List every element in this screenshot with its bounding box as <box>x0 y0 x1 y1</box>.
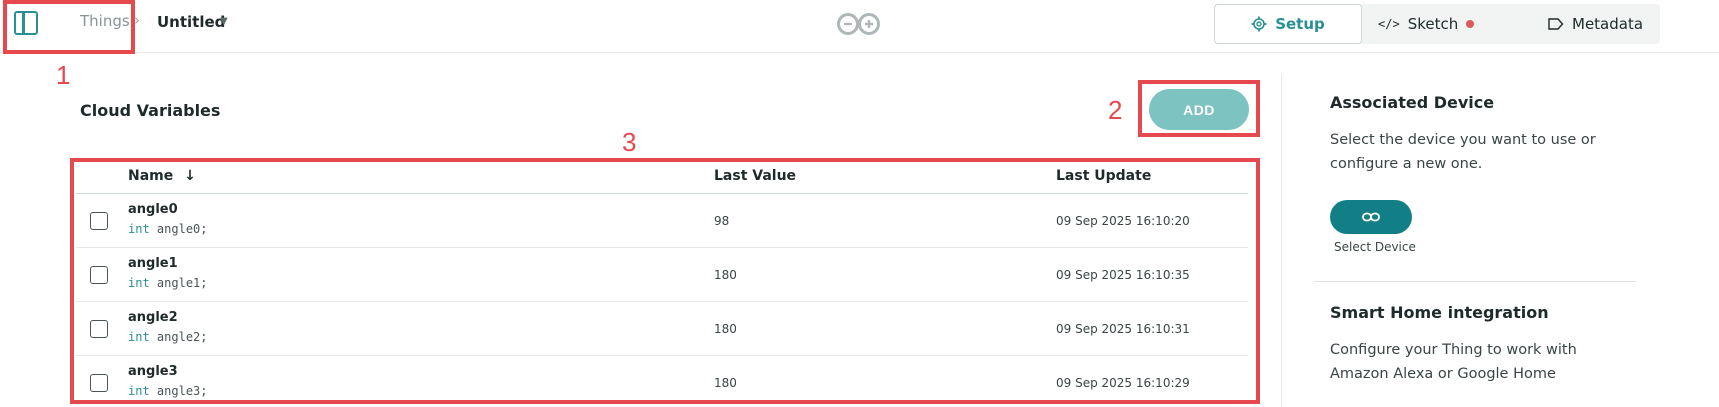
smart-home-text: Configure your Thing to work with Amazon… <box>1330 342 1577 382</box>
annotation-label-3: 3 <box>622 127 637 157</box>
column-name-label: Name <box>128 168 174 184</box>
column-header-name[interactable]: Name ↓ <box>128 168 196 184</box>
annotation-label-1: 1 <box>56 60 71 90</box>
sort-arrow-down-icon: ↓ <box>184 168 196 184</box>
variable-name: angle2 <box>128 310 178 325</box>
last-update: 09 Sep 2025 16:10:35 <box>1056 268 1190 282</box>
code-icon: </> <box>1378 17 1400 31</box>
associated-device-text: Select the device you want to use or con… <box>1330 132 1596 172</box>
row-checkbox[interactable] <box>90 374 108 392</box>
table-row[interactable]: angle1 int angle1; 180 09 Sep 2025 16:10… <box>76 248 1248 302</box>
tab-sketch-label: Sketch <box>1407 15 1459 33</box>
row-checkbox[interactable] <box>90 320 108 338</box>
row-checkbox[interactable] <box>90 212 108 230</box>
select-device-button[interactable] <box>1330 200 1412 234</box>
last-value: 180 <box>714 322 737 336</box>
last-update: 09 Sep 2025 16:10:20 <box>1056 214 1190 228</box>
select-device-label: Select Device <box>1334 240 1416 254</box>
table-row[interactable]: angle2 int angle2; 180 09 Sep 2025 16:10… <box>76 302 1248 356</box>
add-variable-button[interactable]: ADD <box>1149 89 1249 130</box>
variable-type: int <box>128 330 150 344</box>
last-update: 09 Sep 2025 16:10:31 <box>1056 322 1190 336</box>
last-update: 09 Sep 2025 16:10:29 <box>1056 376 1190 390</box>
row-checkbox[interactable] <box>90 266 108 284</box>
annotation-label-2: 2 <box>1108 95 1123 125</box>
arduino-logo-icon <box>837 13 880 35</box>
variable-declaration: int angle1; <box>128 276 208 290</box>
variables-table: Name ↓ Last Value Last Update angle0 int… <box>76 164 1248 407</box>
last-value: 180 <box>714 376 737 390</box>
variable-declaration: int angle3; <box>128 384 208 398</box>
variable-type: int <box>128 276 150 290</box>
caret-down-icon[interactable]: ▼ <box>220 16 228 27</box>
variable-type: int <box>128 384 150 398</box>
variable-name: angle0 <box>128 202 178 217</box>
tab-sketch[interactable]: </> Sketch <box>1364 4 1488 44</box>
gear-icon <box>1251 16 1267 32</box>
tab-setup-label: Setup <box>1275 15 1325 33</box>
variable-decl-name: angle3; <box>156 384 208 398</box>
associated-device-title: Associated Device <box>1330 93 1495 112</box>
variable-decl-name: angle0; <box>156 222 208 236</box>
variable-declaration: int angle2; <box>128 330 208 344</box>
variable-decl-name: angle1; <box>156 276 208 290</box>
thing-name[interactable]: Untitled <box>157 13 225 31</box>
tab-metadata[interactable]: Metadata <box>1534 4 1657 44</box>
column-header-last-value: Last Value <box>714 168 797 184</box>
top-bar: Things › Untitled ▼ Setup </> Sketch Met… <box>0 0 1719 53</box>
unsaved-dot <box>1466 20 1475 28</box>
view-tabs: Setup </> Sketch Metadata <box>1214 4 1660 44</box>
tag-icon <box>1548 18 1564 30</box>
variable-declaration: int angle0; <box>128 222 208 236</box>
link-icon <box>1362 212 1380 222</box>
table-header: Name ↓ Last Value Last Update <box>76 164 1248 194</box>
smart-home-title: Smart Home integration <box>1330 303 1549 322</box>
table-row[interactable]: angle0 int angle0; 98 09 Sep 2025 16:10:… <box>76 194 1248 248</box>
annotation-box-1 <box>3 0 135 54</box>
variable-name: angle1 <box>128 256 178 271</box>
panel-divider <box>1281 74 1282 407</box>
table-row[interactable]: angle3 int angle3; 180 09 Sep 2025 16:10… <box>76 356 1248 407</box>
variable-name: angle3 <box>128 364 178 379</box>
last-value: 180 <box>714 268 737 282</box>
variable-decl-name: angle2; <box>156 330 208 344</box>
section-title: Cloud Variables <box>80 101 221 120</box>
tab-metadata-label: Metadata <box>1572 15 1644 33</box>
column-header-last-update: Last Update <box>1056 168 1152 184</box>
last-value: 98 <box>714 214 730 228</box>
tab-setup[interactable]: Setup <box>1214 4 1362 44</box>
panel-section-divider <box>1314 281 1636 282</box>
variable-type: int <box>128 222 150 236</box>
